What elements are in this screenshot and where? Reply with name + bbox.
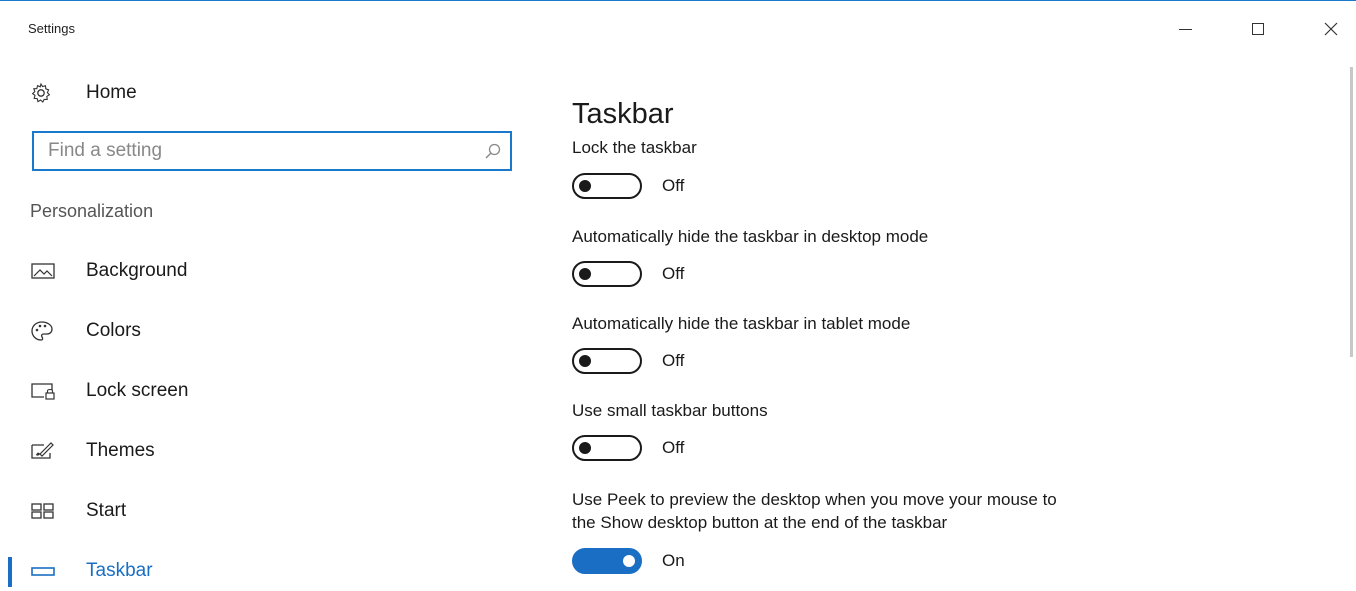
sidebar-item-home[interactable]: Home <box>30 77 510 109</box>
minimize-icon <box>1178 28 1192 30</box>
toggle-knob <box>579 180 591 192</box>
sidebar-item-label: Lock screen <box>86 380 189 401</box>
palette-icon <box>30 319 70 343</box>
toggle-autohide-tablet[interactable] <box>572 348 642 374</box>
sidebar-item-start[interactable]: Start <box>30 491 510 531</box>
taskbar-icon <box>30 559 70 583</box>
themes-brush-icon <box>30 439 70 463</box>
scrollbar[interactable] <box>1348 61 1356 590</box>
toggle-knob <box>623 555 635 567</box>
sidebar: Home Personalization Background <box>0 57 540 590</box>
sidebar-item-label: Taskbar <box>86 560 153 581</box>
picture-icon <box>30 259 70 283</box>
maximize-icon <box>1252 23 1264 35</box>
search-input[interactable] <box>34 133 476 169</box>
sidebar-item-lock-screen[interactable]: Lock screen <box>30 371 510 411</box>
setting-row-small-buttons: Off <box>572 434 684 462</box>
toggle-state-label: Off <box>662 351 685 370</box>
setting-label-small-buttons: Use small taskbar buttons <box>572 401 768 420</box>
maximize-button[interactable] <box>1233 11 1283 47</box>
sidebar-item-label: Background <box>86 260 188 281</box>
minimize-button[interactable] <box>1160 11 1210 47</box>
sidebar-item-themes[interactable]: Themes <box>30 431 510 471</box>
setting-label-autohide-tablet: Automatically hide the taskbar in tablet… <box>572 314 911 333</box>
title-bar: Settings <box>0 1 1356 57</box>
sidebar-item-label: Home <box>86 82 137 103</box>
window-title: Settings <box>28 21 75 36</box>
toggle-lock-taskbar[interactable] <box>572 173 642 199</box>
main-content: Taskbar Lock the taskbar Off Automatical… <box>572 57 1332 590</box>
sidebar-item-label: Themes <box>86 440 155 461</box>
page-title: Taskbar <box>572 98 674 131</box>
toggle-knob <box>579 355 591 367</box>
toggle-autohide-desktop[interactable] <box>572 261 642 287</box>
toggle-state-label: Off <box>662 176 685 195</box>
setting-row-autohide-tablet: Off <box>572 347 684 375</box>
sidebar-item-label: Colors <box>86 320 141 341</box>
lock-screen-icon <box>30 379 70 403</box>
scrollbar-thumb[interactable] <box>1350 67 1353 357</box>
settings-window: Settings Home Find a setting Personaliza… <box>0 0 1356 589</box>
search-box[interactable] <box>32 131 512 171</box>
setting-label-autohide-desktop: Automatically hide the taskbar in deskto… <box>572 227 929 246</box>
section-header-personalization: Personalization <box>30 201 154 221</box>
sidebar-item-background[interactable]: Background <box>30 251 510 291</box>
sidebar-item-colors[interactable]: Colors <box>30 311 510 351</box>
toggle-state-label: Off <box>662 264 685 283</box>
setting-row-lock-taskbar: Off <box>572 172 684 200</box>
toggle-state-label: Off <box>662 438 685 457</box>
toggle-small-buttons[interactable] <box>572 435 642 461</box>
setting-row-peek: On <box>572 547 685 575</box>
toggle-knob <box>579 442 591 454</box>
sidebar-item-label: Start <box>86 500 127 521</box>
gear-icon <box>30 81 70 105</box>
selection-indicator <box>8 557 12 587</box>
setting-label-lock-taskbar: Lock the taskbar <box>572 138 697 157</box>
search-icon[interactable] <box>476 142 510 160</box>
sidebar-item-taskbar[interactable]: Taskbar <box>30 551 510 591</box>
toggle-peek[interactable] <box>572 548 642 574</box>
setting-row-autohide-desktop: Off <box>572 260 684 288</box>
toggle-knob <box>579 268 591 280</box>
close-button[interactable] <box>1306 11 1356 47</box>
setting-label-peek-line2: the Show desktop button at the end of th… <box>572 513 948 532</box>
close-icon <box>1324 22 1338 36</box>
toggle-state-label: On <box>662 551 685 570</box>
start-grid-icon <box>30 499 70 523</box>
